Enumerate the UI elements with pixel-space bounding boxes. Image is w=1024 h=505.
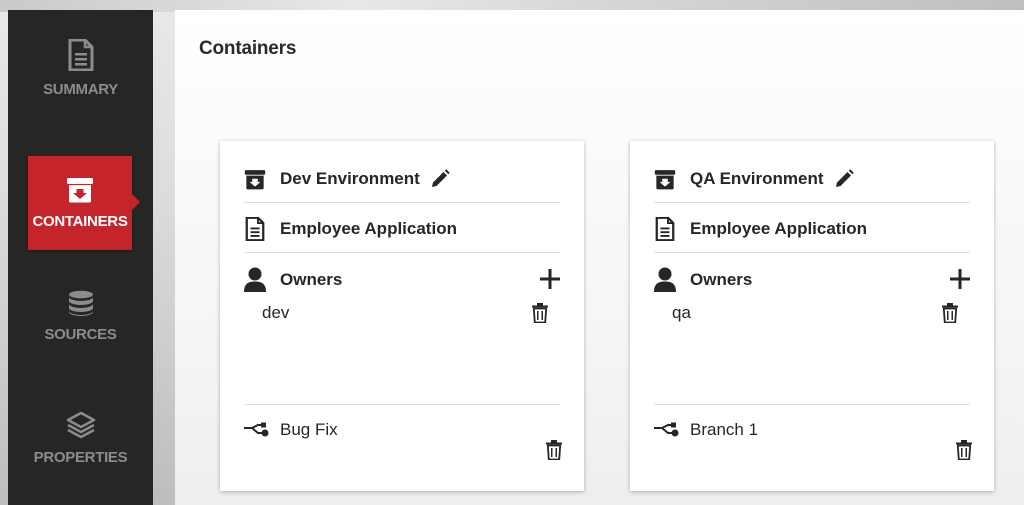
owners-label: Owners [690,270,753,289]
branch-row: Branch 1 [654,418,970,442]
add-owner-plus-icon[interactable] [540,269,560,294]
document-icon [68,38,94,71]
environment-name: QA Environment [690,169,824,188]
add-owner-plus-icon[interactable] [950,269,970,294]
user-icon [654,267,676,292]
owners-label: Owners [280,270,343,289]
owner-name: qa [672,303,691,322]
document-icon [244,217,266,241]
archive-box-icon [654,168,676,190]
divider [244,202,560,203]
sidebar-item-summary[interactable]: SUMMARY [8,20,153,116]
branch-icon [244,422,270,438]
page-title: Containers [199,38,297,59]
branch-icon [654,422,680,438]
sidebar-item-containers[interactable]: CONTAINERS [28,156,140,250]
divider [654,252,970,253]
pencil-icon[interactable] [430,169,450,189]
environment-row: Dev Environment [244,163,560,195]
application-name: Employee Application [690,219,867,238]
environment-row: QA Environment [654,163,970,195]
archive-box-icon [66,177,94,203]
trash-icon[interactable] [546,440,562,460]
trash-icon[interactable] [942,303,958,323]
owner-list-item: dev [244,301,560,325]
divider [244,404,560,405]
user-icon [244,267,266,292]
environment-name: Dev Environment [280,169,420,188]
document-icon [654,217,676,241]
owner-name: dev [262,303,290,322]
application-row: Employee Application [654,213,970,245]
sidebar-item-properties[interactable]: PROPERTIES [8,390,153,486]
divider [244,252,560,253]
container-card-dev: Dev Environment Employee Application Own… [220,141,584,491]
branch-name: Branch 1 [690,420,759,439]
sidebar-item-label: SUMMARY [43,80,118,98]
sidebar-item-label: CONTAINERS [32,212,128,230]
application-name: Employee Application [280,219,457,238]
sidebar-item-label: SOURCES [44,325,117,343]
sidebar-item-label: PROPERTIES [33,448,128,466]
trash-icon[interactable] [532,303,548,323]
trash-icon[interactable] [956,440,972,460]
container-card-qa: QA Environment Employee Application Owne… [630,141,994,491]
database-icon [68,290,94,316]
layers-icon [66,411,96,439]
sidebar-item-sources[interactable]: SOURCES [8,268,153,364]
application-row: Employee Application [244,213,560,245]
divider [654,404,970,405]
divider [654,202,970,203]
owners-row: Owners [654,263,970,297]
owner-list-item: qa [654,301,970,325]
branch-row: Bug Fix [244,418,560,442]
owners-row: Owners [244,263,560,297]
pencil-icon[interactable] [834,169,854,189]
main-panel: Containers Dev Environment Employee Appl… [175,10,1024,505]
branch-name: Bug Fix [280,420,338,439]
archive-box-icon [244,168,266,190]
sidebar: SUMMARY CONTAINERS SOURCES PROPERTIES [8,10,153,505]
